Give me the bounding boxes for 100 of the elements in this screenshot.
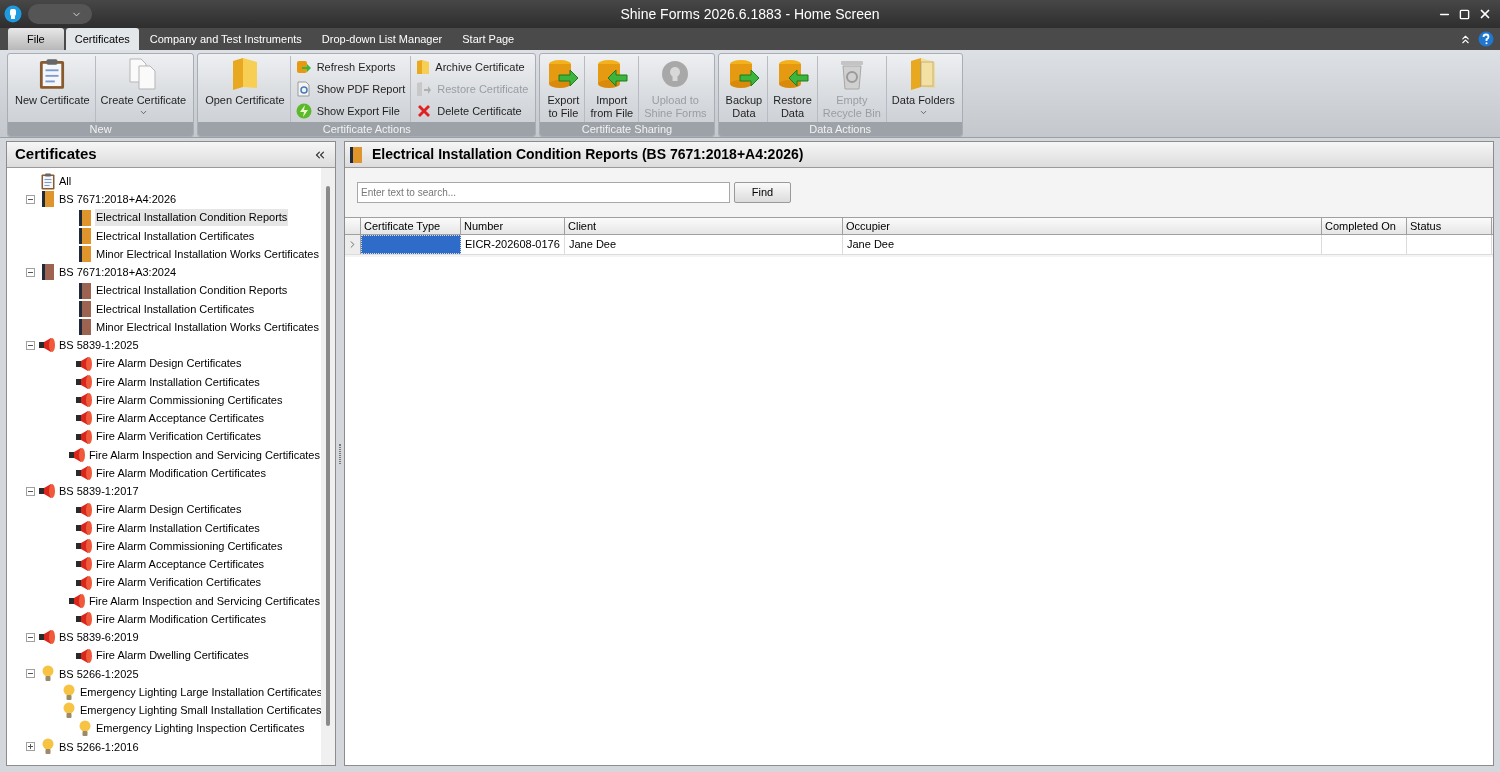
upload-bulb-icon [661,60,690,88]
tree-item[interactable]: Emergency Lighting Inspection Certificates [95,720,306,737]
tree-item[interactable]: BS 5839-1:2025 [58,337,140,354]
ribbon-button[interactable]: Restore Data [768,56,817,122]
column-header[interactable]: Occupier [843,218,1322,234]
group-label: Certificate Sharing [540,122,714,136]
ribbon-button[interactable]: Show Export File [295,101,406,121]
tree-item[interactable]: Fire Alarm Installation Certificates [95,373,261,391]
ribbon-tab[interactable]: Company and Test Instruments [140,28,311,50]
siren-icon [76,428,93,445]
tree-item[interactable]: BS 7671:2018+A4:2026 [58,191,178,208]
ribbon-tab[interactable]: Certificates [65,28,139,50]
ribbon-tab[interactable]: Start Page [453,28,524,50]
collapse-icon[interactable] [25,194,35,204]
column-header[interactable]: Status [1407,218,1492,234]
ribbon-button[interactable]: Archive Certificate [416,57,529,77]
column-header[interactable]: Number [461,218,565,234]
tree-item[interactable]: Emergency Lighting Small Installation Certificates [79,702,321,719]
tree-item[interactable]: BS 7671:2018+A3:2024 [58,264,178,281]
ribbon-tab[interactable]: Drop-down List Manager [312,28,452,50]
tree-item[interactable]: Fire Alarm Modification Certificates [95,464,267,482]
table-cell: Jane Dee [565,235,843,254]
delete-icon [416,103,433,119]
tree-item[interactable]: Fire Alarm Acceptance Certificates [95,410,266,427]
tree-item[interactable]: Fire Alarm Modification Certificates [95,610,267,628]
tree-item[interactable]: Fire Alarm Commissioning Certificates [95,537,284,555]
siren-icon [68,592,86,609]
splitter-handle[interactable] [339,443,341,464]
ribbon-button[interactable]: Open Certificate [200,56,290,122]
collapse-icon[interactable] [25,669,35,679]
tree-item[interactable]: Electrical Installation Condition Reports [95,209,289,226]
folder-documents-icon [909,57,938,91]
book-icon [78,300,91,317]
ribbon-button[interactable]: New Certificate [10,56,95,122]
siren-icon [39,629,56,646]
clipboard-icon [39,58,66,90]
tree-item[interactable]: Fire Alarm Commissioning Certificates [95,391,284,409]
tree-item[interactable]: BS 5839-1:2017 [58,483,140,500]
ribbon-button[interactable]: Data Folders [886,56,960,122]
collapse-icon[interactable] [25,486,35,496]
expand-icon[interactable] [25,742,35,752]
siren-icon [76,556,93,573]
search-field[interactable]: Enter text to search... [357,182,730,203]
tree-item[interactable]: BS 5266-1:2025 [58,665,140,683]
find-button[interactable]: Find [734,182,791,203]
column-header[interactable]: Completed On [1322,218,1407,234]
tree-item[interactable]: Fire Alarm Verification Certificates [95,428,263,445]
collapse-icon[interactable] [25,267,35,277]
tree-item[interactable]: Emergency Lighting Large Installation Certificates [79,683,321,701]
tree-item[interactable]: Electrical Installation Certificates [95,300,256,318]
database-import-icon [595,58,628,90]
siren-icon [76,519,93,536]
tree-item[interactable]: Minor Electrical Installation Works Certificates [95,245,320,263]
collapse-icon[interactable] [25,340,35,350]
siren-icon [76,647,93,664]
light-bulb-icon [62,701,75,719]
siren-icon [76,392,93,409]
tree-item[interactable]: Fire Alarm Design Certificates [95,355,243,372]
ribbon-button[interactable]: Show PDF Report [295,79,406,99]
tree-item[interactable]: Fire Alarm Dwelling Certificates [95,647,250,664]
ribbon-button[interactable]: Export to File [542,56,585,122]
light-bulb-icon [62,683,75,701]
ribbon-button[interactable]: Import from File [585,56,639,122]
document-preview-icon [295,81,312,97]
tree-item[interactable]: Fire Alarm Installation Certificates [95,519,261,537]
folder-icon [230,57,259,91]
tree-item[interactable]: Fire Alarm Design Certificates [95,501,243,518]
ribbon-button[interactable]: Backup Data [720,56,768,122]
maximize-icon[interactable] [1459,8,1470,20]
siren-icon [76,611,93,628]
ribbon-button[interactable]: Delete Certificate [416,101,529,121]
tree-item[interactable]: Electrical Installation Certificates [95,227,256,245]
tree-item[interactable]: Electrical Installation Condition Reports [95,282,289,299]
column-header[interactable]: Certificate Type [361,218,461,234]
tree-item[interactable]: Fire Alarm Acceptance Certificates [95,556,266,573]
help-icon[interactable] [1478,31,1494,47]
recycle-bin-icon [838,58,865,90]
close-icon[interactable] [1478,7,1492,21]
collapse-icon[interactable] [25,632,35,642]
tree-item[interactable]: All [58,172,73,190]
window-title: Shine Forms 2026.6.1883 - Home Screen [619,4,881,24]
tree-item[interactable]: BS 5839-6:2019 [58,629,140,646]
tree-item[interactable]: BS 5266-1:2016 [58,738,140,756]
column-header[interactable]: Client [565,218,843,234]
light-bulb-icon [41,665,54,683]
scrollbar-thumb[interactable] [326,186,330,726]
database-export-icon [727,58,760,90]
tree-item[interactable]: Fire Alarm Inspection and Servicing Certificates [87,592,321,610]
tree-item[interactable]: Minor Electrical Installation Works Certificates [95,318,320,336]
ribbon-button[interactable]: Create Certificate [95,56,192,122]
book-icon [78,246,91,263]
ribbon-button[interactable]: Refresh Exports [295,57,406,77]
tree-item[interactable]: Fire Alarm Verification Certificates [95,574,263,591]
ribbon-tab[interactable]: File [8,28,64,50]
tree-item[interactable]: Fire Alarm Inspection and Servicing Certificates [87,446,321,464]
siren-icon [76,373,93,390]
table-cell[interactable] [361,235,461,254]
clipboard-icon [40,172,55,190]
siren-icon [68,446,86,463]
group-label: New [8,122,194,136]
